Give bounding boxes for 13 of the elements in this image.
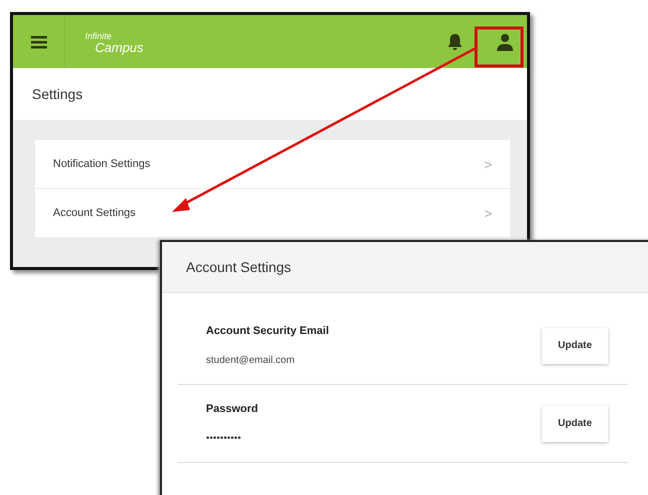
- panel-title: Account Settings: [162, 242, 648, 293]
- update-button[interactable]: Update: [542, 328, 608, 364]
- setting-value: ••••••••••: [206, 433, 242, 444]
- chevron-icon: >: [484, 156, 492, 172]
- page-title: Settings: [13, 68, 527, 120]
- chevron-icon: >: [484, 206, 492, 220]
- logo: Infinite Campus: [85, 30, 144, 52]
- setting-label: Account Security Email: [206, 325, 329, 337]
- notification-bell-icon[interactable]: [447, 32, 463, 50]
- setting-value: student@email.com: [206, 355, 296, 366]
- update-button[interactable]: Update: [542, 406, 608, 442]
- setting-label: Password: [206, 403, 258, 415]
- settings-list-item[interactable]: Notification Settings >: [35, 140, 510, 189]
